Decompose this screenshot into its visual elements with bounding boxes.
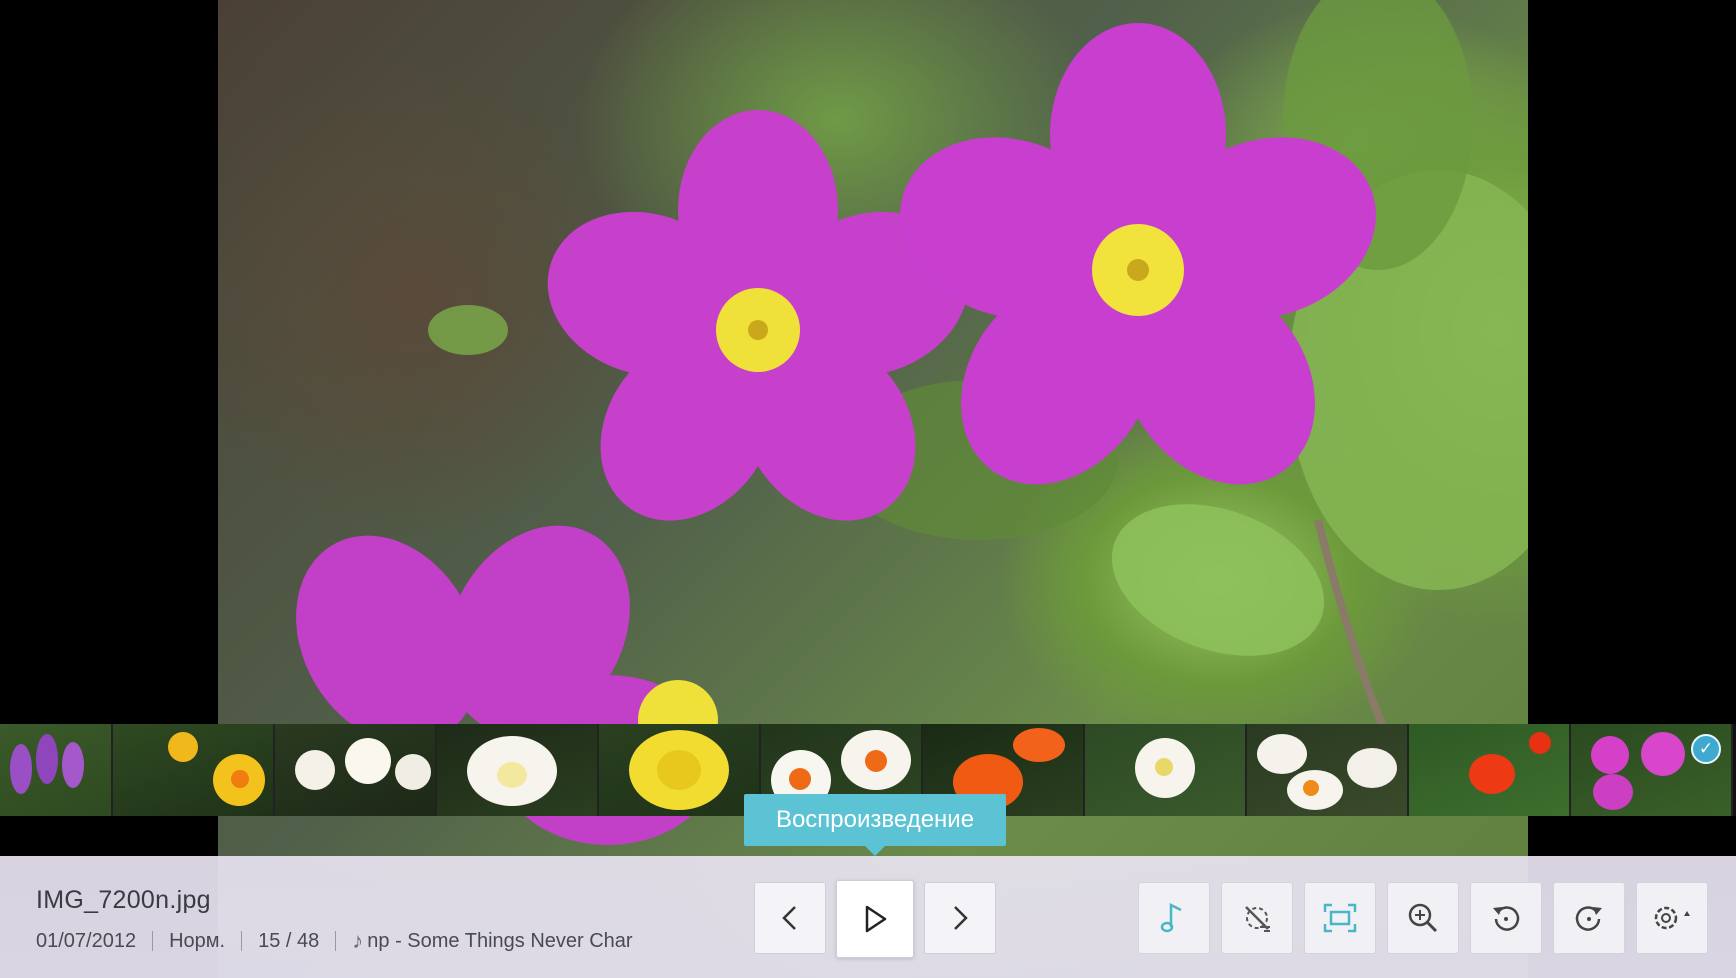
background-music-button[interactable] — [1138, 882, 1210, 954]
selected-check-icon: ✓ — [1691, 734, 1721, 764]
music-track: np - Some Things Never Char — [367, 929, 633, 952]
previous-button[interactable] — [754, 882, 826, 954]
fit-screen-button[interactable] — [1304, 882, 1376, 954]
settings-button[interactable] — [1636, 882, 1708, 954]
effect-off-icon — [1245, 906, 1270, 932]
control-bar: IMG_7200n.jpg 01/07/2012 Норм. 15 / 48 ♪… — [0, 856, 1736, 978]
divider — [241, 931, 243, 951]
chevron-right-icon — [954, 906, 968, 930]
rotate-left-icon — [1493, 906, 1520, 931]
next-button[interactable] — [924, 882, 996, 954]
thumbnail-white-narcissus[interactable] — [275, 724, 437, 816]
play-tooltip: Воспроизведение — [744, 794, 1006, 856]
music-note-icon: ♪ — [352, 928, 364, 953]
rotate-left-button[interactable] — [1470, 882, 1542, 954]
music-note-icon — [1160, 902, 1182, 933]
photo-position: 15 / 48 — [258, 929, 320, 952]
divider — [152, 931, 154, 951]
gear-icon — [1654, 906, 1690, 930]
thumbnail-double-yellow-daffodil[interactable] — [599, 724, 761, 816]
thumbnail-red-tulips[interactable] — [1409, 724, 1571, 816]
chevron-left-icon — [782, 906, 796, 930]
divider — [335, 931, 337, 951]
thumbnail-white-orange-narcissus-cluster[interactable] — [1247, 724, 1409, 816]
fit-screen-icon — [1323, 903, 1357, 933]
photo-meta: 01/07/2012 Норм. 15 / 48 ♪ np - Some Thi… — [36, 928, 633, 954]
rotate-right-button[interactable] — [1553, 882, 1625, 954]
thumbnail-yellow-daffodils[interactable] — [113, 724, 275, 816]
thumbnail-white-narcissus-grass[interactable] — [1085, 724, 1247, 816]
zoom-in-icon — [1408, 903, 1438, 933]
photo-date: 01/07/2012 — [36, 929, 137, 952]
play-icon — [865, 905, 887, 933]
file-name: IMG_7200n.jpg — [36, 886, 211, 914]
rotate-right-icon — [1575, 906, 1602, 931]
play-button[interactable] — [836, 880, 914, 958]
zoom-button[interactable] — [1387, 882, 1459, 954]
thumbnail-purple-crocus[interactable] — [0, 724, 113, 816]
effect-off-button[interactable] — [1221, 882, 1293, 954]
slideshow-speed: Норм. — [169, 929, 226, 952]
thumbnail-pink-primrose[interactable]: ✓ — [1571, 724, 1733, 816]
thumbnail-white-narcissus-closeup[interactable] — [437, 724, 599, 816]
